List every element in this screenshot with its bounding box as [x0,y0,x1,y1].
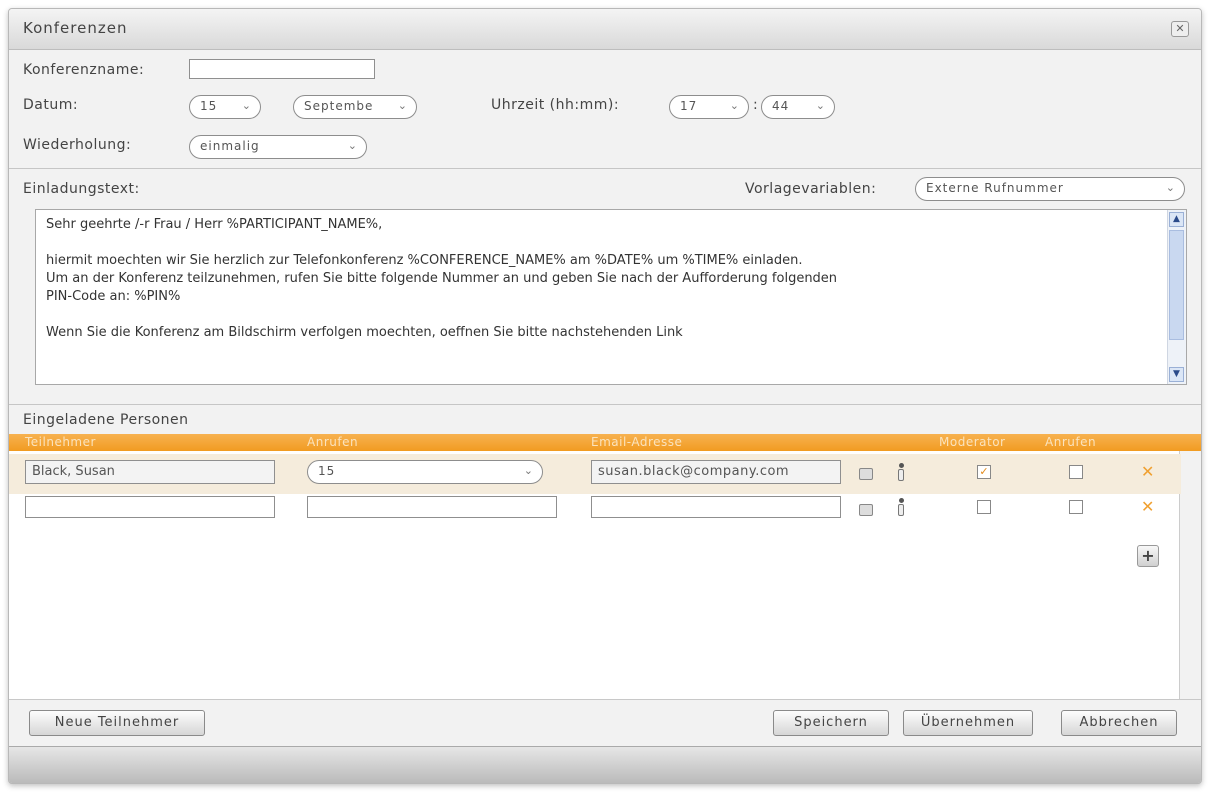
invitation-line: Sehr geehrte /-r Frau / Herr %PARTICIPAN… [46,217,383,232]
person-icon[interactable] [898,498,904,518]
chevron-down-icon: ⌄ [241,99,252,112]
scroll-down-icon[interactable]: ▼ [1169,367,1184,382]
day-select[interactable]: 15 ⌄ [189,95,261,119]
time-colon: : [753,97,759,113]
participants-header: Teilnehmer Anrufen Email-Adresse Moderat… [9,434,1201,451]
section-divider [9,404,1201,405]
conference-dialog: Konferenzen ✕ Konferenzname: Datum: 15 ⌄… [8,8,1202,784]
call-number-input[interactable] [307,496,557,518]
dialog-titlebar: Konferenzen ✕ [9,9,1201,50]
column-header-email: Email-Adresse [591,435,683,449]
invitation-line: Um an der Konferenz teilzunehmen, rufen … [46,271,838,286]
minute-value: 44 [772,99,790,113]
chevron-down-icon: ⌄ [397,99,408,112]
email-input[interactable]: susan.black@company.com [591,460,841,484]
section-divider [9,168,1201,169]
email-input[interactable] [591,496,841,518]
apply-button[interactable]: Übernehmen [903,710,1033,736]
dialog-bottom-bar [9,746,1201,783]
scroll-up-icon[interactable]: ▲ [1169,212,1184,227]
conference-name-label: Konferenzname: [23,62,145,78]
person-icon[interactable] [898,463,904,483]
column-header-participant: Teilnehmer [25,435,96,449]
address-book-icon[interactable] [859,468,873,480]
invitation-label: Einladungstext: [23,181,140,197]
template-variables-select[interactable]: Externe Rufnummer ⌄ [915,177,1185,201]
invitation-textarea[interactable]: Sehr geehrte /-r Frau / Herr %PARTICIPAN… [35,209,1187,385]
conference-name-input[interactable] [189,59,375,79]
column-header-call-2: Anrufen [1045,435,1097,449]
participant-name-input[interactable]: Black, Susan [25,460,275,484]
chevron-down-icon: ⌄ [729,99,740,112]
table-row: ✕ [9,494,1179,530]
invited-persons-label: Eingeladene Personen [23,412,189,428]
hour-value: 17 [680,99,698,113]
chevron-down-icon: ⌄ [523,464,534,477]
template-variables-label: Vorlagevariablen: [745,181,877,197]
scroll-thumb[interactable] [1169,230,1184,340]
add-participant-button[interactable]: + [1137,545,1159,567]
repeat-value: einmalig [200,139,260,153]
delete-row-icon[interactable]: ✕ [1141,497,1154,516]
call-checkbox[interactable] [1069,500,1083,514]
column-header-moderator: Moderator [939,435,1006,449]
save-button[interactable]: Speichern [773,710,889,736]
date-label: Datum: [23,97,79,113]
month-value: Septembe [304,99,374,113]
chevron-down-icon: ⌄ [1165,181,1176,194]
call-checkbox[interactable] [1069,465,1083,479]
chevron-down-icon: ⌄ [347,139,358,152]
address-book-icon[interactable] [859,504,873,516]
template-variables-value: Externe Rufnummer [926,181,1064,195]
call-number-value: 15 [318,464,336,478]
delete-row-icon[interactable]: ✕ [1141,462,1154,481]
table-row: Black, Susan 15 ⌄ susan.black@company.co… [9,454,1181,494]
invitation-line: hiermit moechten wir Sie herzlich zur Te… [46,253,803,268]
new-participant-button[interactable]: Neue Teilnehmer [29,710,205,736]
participant-name-input[interactable] [25,496,275,518]
close-icon[interactable]: ✕ [1171,21,1189,37]
chevron-down-icon: ⌄ [815,99,826,112]
invitation-line: Wenn Sie die Konferenz am Bildschirm ver… [46,325,683,340]
dialog-title: Konferenzen [23,19,128,37]
moderator-checkbox[interactable]: ✓ [977,465,991,479]
month-select[interactable]: Septembe ⌄ [293,95,417,119]
repeat-label: Wiederholung: [23,137,132,153]
invitation-text: Sehr geehrte /-r Frau / Herr %PARTICIPAN… [46,216,1156,342]
invitation-line: PIN-Code an: %PIN% [46,289,181,304]
textarea-scrollbar[interactable]: ▲ ▼ [1167,210,1186,384]
dialog-footer: Neue Teilnehmer Speichern Übernehmen Abb… [9,699,1201,746]
call-number-select[interactable]: 15 ⌄ [307,460,543,484]
column-header-call: Anrufen [307,435,359,449]
cancel-button[interactable]: Abbrechen [1061,710,1177,736]
repeat-select[interactable]: einmalig ⌄ [189,135,367,159]
time-label: Uhrzeit (hh:mm): [491,97,620,113]
hour-select[interactable]: 17 ⌄ [669,95,749,119]
moderator-checkbox[interactable] [977,500,991,514]
minute-select[interactable]: 44 ⌄ [761,95,835,119]
day-value: 15 [200,99,218,113]
